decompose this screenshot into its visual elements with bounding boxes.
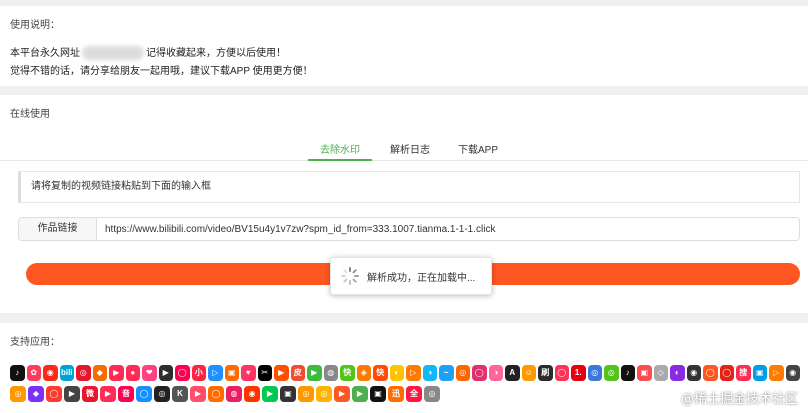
app-icon: ◎ [298, 386, 314, 402]
app-icon: ◑ [422, 365, 437, 381]
app-icon: 音 [118, 386, 134, 402]
link-input-label: 作品链接 [19, 218, 97, 240]
app-icon: ◯ [719, 365, 734, 381]
app-icon: ◉ [686, 365, 701, 381]
app-icon: ▣ [637, 365, 652, 381]
blurred-url [82, 46, 144, 61]
app-icon: 刷 [538, 365, 553, 381]
tab-bar: 去除水印 解析日志 下载APP [0, 139, 808, 161]
app-icon: ◉ [43, 365, 58, 381]
app-icon: ▶ [64, 386, 80, 402]
app-icon: ♪ [620, 365, 635, 381]
paste-hint: 请将复制的视频链接粘贴到下面的输入框 [18, 171, 800, 203]
app-icon: 快 [340, 365, 355, 381]
app-icon: ♥ [241, 365, 256, 381]
app-icon: ▶ [307, 365, 322, 381]
app-icon: ◎ [76, 365, 91, 381]
app-icon: ◯ [175, 365, 190, 381]
app-icon: ◉ [244, 386, 260, 402]
app-icon: 快 [373, 365, 388, 381]
tab-parse-log[interactable]: 解析日志 [390, 141, 430, 156]
app-icon: ◯ [208, 386, 224, 402]
app-icon: ◈ [356, 365, 371, 381]
app-icon: 迅 [388, 386, 404, 402]
app-icon: 小红 [191, 365, 206, 381]
app-icon: 微 [82, 386, 98, 402]
app-icon: ☺ [521, 365, 536, 381]
app-icon: 全 [406, 386, 422, 402]
app-icon: ◎ [604, 365, 619, 381]
app-icon: ◐ [389, 365, 404, 381]
app-icon: ✂ [257, 365, 272, 381]
app-icon: ◎ [154, 386, 170, 402]
supported-apps-title: 支持应用： [10, 337, 60, 348]
app-icon: ~ [439, 365, 454, 381]
app-icon: ◆ [92, 365, 107, 381]
app-icon: ▷ [208, 365, 223, 381]
app-icon: ▶ [109, 365, 124, 381]
app-icon: ◎ [316, 386, 332, 402]
app-icon: ▶ [352, 386, 368, 402]
app-icon: 1. [571, 365, 586, 381]
app-icon: ▣ [224, 365, 239, 381]
app-icon: ▶ [262, 386, 278, 402]
loading-spinner-icon [341, 267, 359, 285]
usage-line-1-prefix: 本平台永久网址 [10, 48, 80, 59]
app-icon: ◑ [488, 365, 503, 381]
app-icon: ◐ [670, 365, 685, 381]
link-input-group: 作品链接 [18, 217, 800, 241]
loading-toast: 解析成功，正在加载中... [330, 257, 492, 295]
usage-title: 使用说明： [10, 20, 60, 31]
app-icon: ◇ [653, 365, 668, 381]
app-icon-row-1: ♪✿◉bili◎◆▶●❤▶◯小红▷▣♥✂▶皮▶◍快◈快◐▷◑~◎◯◑A☺刷◯1.… [10, 365, 800, 383]
tab-remove-watermark[interactable]: 去除水印 [308, 141, 372, 161]
app-icon: ◉ [785, 365, 800, 381]
app-icon: ▶ [190, 386, 206, 402]
loading-toast-text: 解析成功，正在加载中... [367, 272, 476, 284]
usage-line-1-suffix: 记得收藏起来，方便以后使用！ [146, 48, 286, 59]
app-icon: ◆ [28, 386, 44, 402]
app-icon: ▶ [158, 365, 173, 381]
app-icon: bili [59, 365, 74, 381]
app-icon: ◯ [472, 365, 487, 381]
app-icon: ▶ [274, 365, 289, 381]
app-icon: ◯ [554, 365, 569, 381]
supported-apps-section: 支持应用： ♪✿◉bili◎◆▶●❤▶◯小红▷▣♥✂▶皮▶◍快◈快◐▷◑~◎◯◑… [0, 323, 808, 413]
app-icon: ◎ [587, 365, 602, 381]
app-icon: ◯ [703, 365, 718, 381]
app-icon: ◯ [46, 386, 62, 402]
app-icon: ◎ [10, 386, 26, 402]
app-icon: ▷ [769, 365, 784, 381]
app-icon: 搜 [736, 365, 751, 381]
app-icon: ♪ [10, 365, 25, 381]
app-icon: ▷ [406, 365, 421, 381]
app-icon: K [172, 386, 188, 402]
app-icon: ▣ [280, 386, 296, 402]
app-icon: ▶ [100, 386, 116, 402]
app-icon: ● [125, 365, 140, 381]
app-icon: ◎ [455, 365, 470, 381]
usage-line-1: 本平台永久网址 记得收藏起来，方便以后使用！ [10, 45, 798, 63]
app-icon: ▣ [370, 386, 386, 402]
app-icon: ◎ [424, 386, 440, 402]
online-section: 在线使用 去除水印 解析日志 下载APP 请将复制的视频链接粘贴到下面的输入框 … [0, 95, 808, 313]
app-icon: ✿ [26, 365, 41, 381]
app-icon: ▶ [334, 386, 350, 402]
app-icon: ❤ [142, 365, 157, 381]
usage-line-2: 觉得不错的话，请分享给朋友一起用哦，建议下载APP 使用更方便！ [10, 66, 313, 77]
app-icon: 皮 [290, 365, 305, 381]
app-icon: ◍ [323, 365, 338, 381]
link-input[interactable] [97, 218, 799, 240]
tab-download-app[interactable]: 下载APP [458, 141, 498, 156]
watermark: @稀土掘金技术社区 [680, 392, 798, 407]
app-icon: ◯ [136, 386, 152, 402]
app-icon: A [505, 365, 520, 381]
app-icon: ◍ [226, 386, 242, 402]
online-title: 在线使用 [10, 109, 50, 120]
usage-section: 使用说明： 本平台永久网址 记得收藏起来，方便以后使用！ 觉得不错的话，请分享给朋… [0, 6, 808, 86]
app-icon: ▣ [752, 365, 767, 381]
